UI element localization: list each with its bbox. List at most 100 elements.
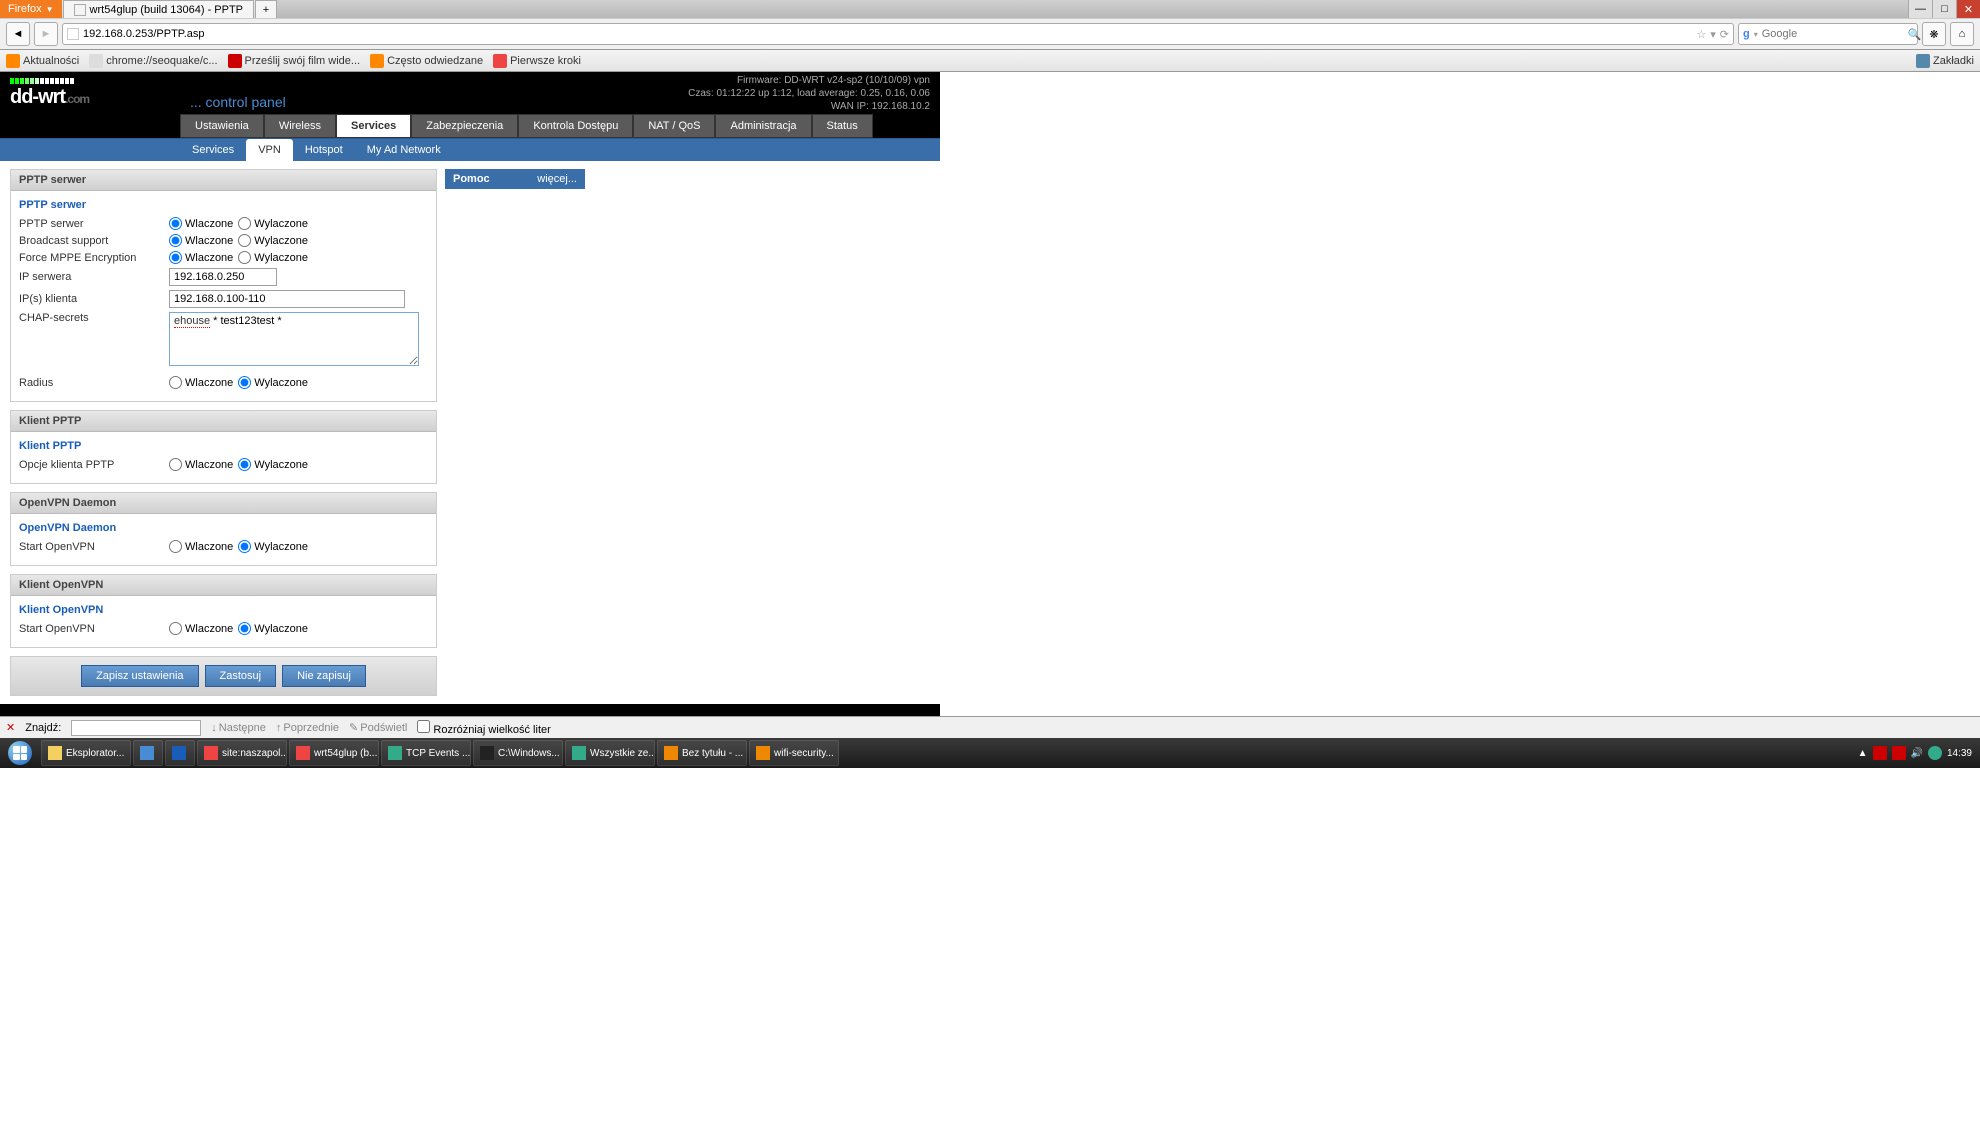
youtube-icon (228, 54, 242, 68)
close-findbar-icon[interactable]: ✕ (6, 721, 15, 734)
taskbar-item[interactable]: Wszystkie ze... (565, 740, 655, 766)
search-icon[interactable]: 🔍 (1908, 28, 1922, 41)
dropdown-icon[interactable]: ▾ (1754, 30, 1758, 39)
radio-enabled[interactable]: Wlaczone (169, 234, 233, 247)
radio-disabled[interactable]: Wylaczone (238, 217, 308, 230)
radio-enabled[interactable]: Wlaczone (169, 540, 233, 553)
back-button[interactable]: ◄ (6, 22, 30, 46)
url-input[interactable] (83, 28, 1692, 40)
maximize-button[interactable]: □ (1932, 0, 1956, 18)
tab-kontrola[interactable]: Kontrola Dostępu (518, 114, 633, 138)
logo-bars (10, 78, 190, 84)
minimize-button[interactable]: — (1908, 0, 1932, 18)
cmd-icon (480, 746, 494, 760)
bookmark-item[interactable]: Często odwiedzane (370, 54, 483, 68)
find-prev-button[interactable]: ↑ Poprzednie (276, 722, 339, 734)
start-button[interactable] (0, 738, 40, 768)
help-panel: Pomoc więcej... (445, 169, 585, 189)
home-button[interactable]: ⌂ (1950, 22, 1974, 46)
bookmark-star-icon[interactable]: ☆ (1696, 28, 1706, 41)
taskbar-item[interactable]: wifi-security... (749, 740, 839, 766)
taskbar-item[interactable]: wrt54glup (b... (289, 740, 379, 766)
label-broadcast: Broadcast support (19, 235, 169, 247)
radio-enabled[interactable]: Wlaczone (169, 458, 233, 471)
match-case-checkbox[interactable]: Rozróżniaj wielkość liter (417, 720, 550, 736)
textarea-chap[interactable]: ehouse * test123test * (169, 312, 419, 366)
find-input[interactable] (71, 720, 201, 736)
taskbar-item[interactable] (133, 740, 163, 766)
label-chap: CHAP-secrets (19, 312, 169, 324)
taskbar-item[interactable]: Eksplorator... (41, 740, 131, 766)
taskbar-item[interactable]: site:naszapol... (197, 740, 287, 766)
reload-icon[interactable]: ⟳ (1720, 28, 1729, 41)
help-more-link[interactable]: więcej... (537, 173, 577, 185)
ddwrt-page: dd-wrt.com ... control panel Firmware: D… (0, 72, 940, 716)
openvpn-client-panel: Klient OpenVPN Klient OpenVPN Start Open… (10, 574, 437, 648)
input-serverip[interactable] (169, 268, 277, 286)
radio-disabled[interactable]: Wylaczone (238, 540, 308, 553)
search-input[interactable] (1762, 28, 1904, 40)
tray-icon[interactable] (1892, 746, 1906, 760)
pptp-server-panel: PPTP serwer PPTP serwer PPTP serwerWlacz… (10, 169, 437, 402)
radio-enabled[interactable]: Wlaczone (169, 376, 233, 389)
browser-titlebar: Firefox ▼ wrt54glup (build 13064) - PPTP… (0, 0, 1980, 18)
radio-disabled[interactable]: Wylaczone (238, 251, 308, 264)
tray-icon[interactable] (1873, 746, 1887, 760)
panel-header: PPTP serwer (11, 170, 436, 191)
tab-ustawienia[interactable]: Ustawienia (180, 114, 264, 138)
subtab-adnetwork[interactable]: My Ad Network (355, 139, 453, 161)
new-tab-button[interactable]: + (255, 0, 277, 18)
radio-disabled[interactable]: Wylaczone (238, 622, 308, 635)
radio-disabled[interactable]: Wylaczone (238, 376, 308, 389)
tab-zabezpieczenia[interactable]: Zabezpieczenia (411, 114, 518, 138)
cancel-button[interactable]: Nie zapisuj (282, 665, 366, 687)
tab-status[interactable]: Status (812, 114, 873, 138)
tray-icon[interactable] (1928, 746, 1942, 760)
tab-wireless[interactable]: Wireless (264, 114, 336, 138)
tab-admin[interactable]: Administracja (715, 114, 811, 138)
label-pptp-server: PPTP serwer (19, 218, 169, 230)
subtab-services[interactable]: Services (180, 139, 246, 161)
clock[interactable]: 14:39 (1947, 748, 1972, 759)
find-highlight-button[interactable]: ✎ Podświetl (349, 721, 407, 734)
panel-header: Klient PPTP (11, 411, 436, 432)
label-mppe: Force MPPE Encryption (19, 252, 169, 264)
bookmark-item[interactable]: Aktualności (6, 54, 79, 68)
bookmark-item[interactable]: Pierwsze kroki (493, 54, 581, 68)
apply-button[interactable]: Zastosuj (205, 665, 277, 687)
save-button[interactable]: Zapisz ustawienia (81, 665, 198, 687)
close-button[interactable]: ✕ (1956, 0, 1980, 18)
bookmark-item[interactable]: Prześlij swój film wide... (228, 54, 361, 68)
subtab-vpn[interactable]: VPN (246, 139, 293, 161)
url-bar[interactable]: ☆ ▾ ⟳ (62, 23, 1734, 45)
firefox-icon (296, 746, 310, 760)
subtab-hotspot[interactable]: Hotspot (293, 139, 355, 161)
radio-disabled[interactable]: Wylaczone (238, 458, 308, 471)
radio-disabled[interactable]: Wylaczone (238, 234, 308, 247)
firmware-text: Firmware: DD-WRT v24-sp2 (10/10/09) vpn (688, 74, 930, 87)
volume-icon[interactable]: 🔊 (1911, 748, 1923, 759)
dropdown-icon[interactable]: ▾ (1710, 28, 1716, 41)
help-title: Pomoc (453, 173, 490, 185)
tab-services[interactable]: Services (336, 114, 411, 138)
tab-nat[interactable]: NAT / QoS (633, 114, 715, 138)
tray-expand-icon[interactable]: ▲ (1858, 748, 1868, 759)
input-clientip[interactable] (169, 290, 405, 308)
taskbar-item[interactable]: Bez tytułu - ... (657, 740, 747, 766)
addons-button[interactable]: ❋ (1922, 22, 1946, 46)
browser-tab[interactable]: wrt54glup (build 13064) - PPTP (63, 0, 254, 18)
taskbar-item[interactable] (165, 740, 195, 766)
find-next-button[interactable]: ↓ Następne (211, 722, 266, 734)
ddwrt-header: dd-wrt.com ... control panel Firmware: D… (0, 72, 940, 114)
firefox-menu-button[interactable]: Firefox ▼ (0, 0, 62, 18)
forward-button[interactable]: ► (34, 22, 58, 46)
search-bar[interactable]: g ▾ 🔍 (1738, 23, 1918, 45)
radio-enabled[interactable]: Wlaczone (169, 622, 233, 635)
bookmark-item[interactable]: chrome://seoquake/c... (89, 54, 217, 68)
radio-enabled[interactable]: Wlaczone (169, 217, 233, 230)
bookmarks-menu[interactable]: Zakładki (1916, 54, 1974, 68)
taskbar-item[interactable]: TCP Events ... (381, 740, 471, 766)
firefox-icon (493, 54, 507, 68)
radio-enabled[interactable]: Wlaczone (169, 251, 233, 264)
taskbar-item[interactable]: C:\Windows... (473, 740, 563, 766)
